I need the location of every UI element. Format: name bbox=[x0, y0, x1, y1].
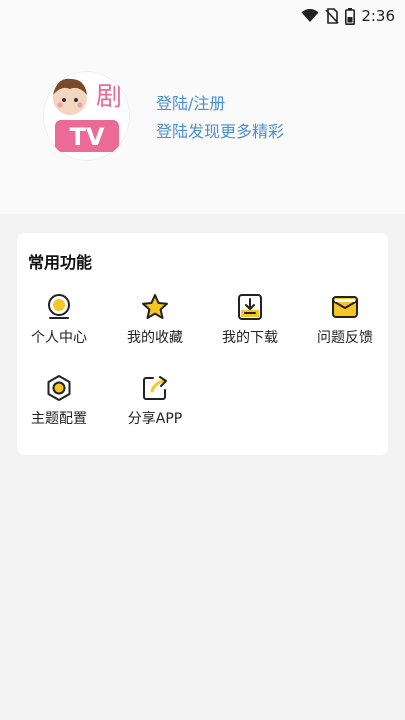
logo-badge-text: TV bbox=[70, 123, 105, 151]
menu-item-user-center[interactable]: 个人中心 bbox=[13, 293, 105, 353]
login-block[interactable]: 登陆/注册 登陆发现更多精彩 bbox=[156, 92, 284, 144]
no-sim-icon bbox=[325, 8, 339, 24]
download-icon bbox=[238, 294, 262, 320]
app-logo-avatar[interactable]: 剧 TV bbox=[43, 71, 130, 161]
profile-header: 2:36 剧 TV 登陆/注册 登陆发现更多精彩 bbox=[0, 0, 405, 214]
menu-item-theme[interactable]: 主题配置 bbox=[13, 374, 105, 434]
battery-icon bbox=[345, 7, 356, 25]
theme-icon bbox=[47, 375, 71, 401]
share-icon bbox=[143, 376, 167, 400]
status-time: 2:36 bbox=[361, 7, 395, 25]
status-bar: 2:36 bbox=[0, 0, 405, 32]
menu-item-label: 分享APP bbox=[127, 411, 183, 427]
menu-item-label: 问题反馈 bbox=[317, 330, 373, 346]
common-functions-card: 常用功能 个人中心 我的收藏 我的下载 问题反馈 主题配置 分享APP bbox=[17, 233, 388, 455]
menu-item-feedback[interactable]: 问题反馈 bbox=[299, 293, 391, 353]
logo-char: 剧 bbox=[96, 82, 122, 112]
login-subtitle: 登陆发现更多精彩 bbox=[156, 122, 285, 141]
star-icon bbox=[142, 294, 168, 319]
login-register-link[interactable]: 登陆/注册 bbox=[156, 92, 284, 116]
menu-item-downloads[interactable]: 我的下载 bbox=[204, 293, 296, 353]
menu-item-favorites[interactable]: 我的收藏 bbox=[109, 293, 201, 353]
menu-item-label: 个人中心 bbox=[31, 330, 87, 346]
menu-item-label: 我的收藏 bbox=[127, 330, 183, 346]
menu-item-label: 主题配置 bbox=[31, 411, 87, 427]
user-center-icon bbox=[48, 294, 70, 319]
card-title: 常用功能 bbox=[28, 253, 93, 272]
mail-icon bbox=[332, 296, 358, 318]
menu-item-label: 我的下载 bbox=[222, 330, 278, 346]
app-logo-graphic: 剧 TV bbox=[53, 78, 122, 152]
wifi-icon bbox=[301, 9, 319, 22]
menu-item-share[interactable]: 分享APP bbox=[109, 374, 201, 434]
